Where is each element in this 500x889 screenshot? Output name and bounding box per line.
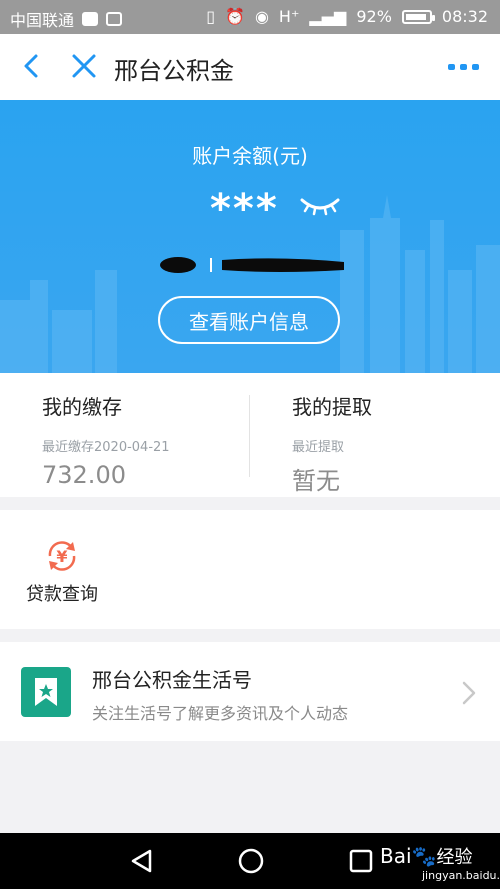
watermark-logo-cn: 经验 [436, 847, 473, 868]
more-options-icon[interactable] [448, 62, 480, 72]
column-divider [249, 395, 250, 477]
baidu-jingyan-watermark: Bai🐾经验 [380, 843, 472, 869]
battery-percent: 92% [356, 7, 392, 26]
redacted-account-number [160, 257, 344, 273]
watermark-logo: Bai [380, 844, 412, 868]
life-account-title: 邢台公积金生活号 [92, 668, 252, 692]
bookmark-star-icon [21, 667, 71, 717]
services-panel: ¥ 贷款查询 [0, 510, 500, 629]
back-icon[interactable] [18, 52, 46, 80]
my-withdraw-section[interactable]: 我的提取 最近提取 暂无 [292, 391, 372, 496]
deposit-last-date: 最近缴存2020-04-21 [42, 440, 170, 455]
image-notification-icon [106, 12, 123, 26]
clock: 08:32 [441, 7, 488, 26]
loan-query-label[interactable]: 贷款查询 [26, 580, 98, 606]
deposit-withdraw-summary: 我的缴存 最近缴存2020-04-21 732.00 我的提取 最近提取 暂无 [0, 373, 500, 497]
balance-masked-value: *** [210, 186, 279, 232]
system-navigation-bar: Bai🐾经验 jingyan.baidu.com [0, 833, 500, 889]
view-account-info-button[interactable]: 查看账户信息 [158, 296, 340, 344]
health-notification-icon [82, 12, 99, 26]
system-recent-apps-icon[interactable] [348, 848, 374, 874]
withdraw-last-label: 最近提取 [292, 440, 345, 455]
chevron-right-icon [462, 681, 476, 705]
vibrate-icon: ▯ [206, 7, 216, 26]
paw-icon: 🐾 [411, 844, 437, 868]
carrier-label: 中国联通 [10, 11, 75, 30]
withdraw-value: 暂无 [292, 467, 340, 495]
balance-label: 账户余额(元) [192, 144, 308, 168]
account-balance-panel: 账户余额(元) *** 查看账户信息 [0, 100, 500, 373]
deposit-title: 我的缴存 [42, 395, 122, 419]
signal-icon: ▂▄▆ [309, 7, 347, 26]
life-account-row[interactable]: 邢台公积金生活号 关注生活号了解更多资讯及个人动态 [0, 642, 500, 741]
alarm-icon: ⏰ [225, 7, 245, 26]
deposit-amount: 732.00 [42, 461, 126, 489]
hide-balance-eye-icon[interactable] [298, 196, 342, 216]
page-title: 邢台公积金 [114, 57, 234, 85]
life-account-description: 关注生活号了解更多资讯及个人动态 [92, 704, 349, 723]
watermark-domain: jingyan.baidu.com [422, 869, 500, 882]
close-icon[interactable] [70, 52, 98, 80]
network-type: H⁺ [278, 7, 300, 26]
my-deposit-section[interactable]: 我的缴存 最近缴存2020-04-21 732.00 [42, 391, 170, 489]
eye-icon: ◉ [254, 7, 269, 26]
svg-text:¥: ¥ [56, 547, 67, 566]
system-home-icon[interactable] [237, 847, 265, 875]
system-back-icon[interactable] [128, 847, 156, 875]
status-bar: 中国联通 ▯ ⏰ ◉ H⁺ ▂▄▆ 92% 08:32 [0, 0, 500, 34]
app-header: 邢台公积金 [0, 34, 500, 100]
yuan-refresh-icon[interactable]: ¥ [44, 538, 80, 574]
battery-icon [401, 9, 435, 24]
withdraw-title: 我的提取 [292, 395, 372, 419]
